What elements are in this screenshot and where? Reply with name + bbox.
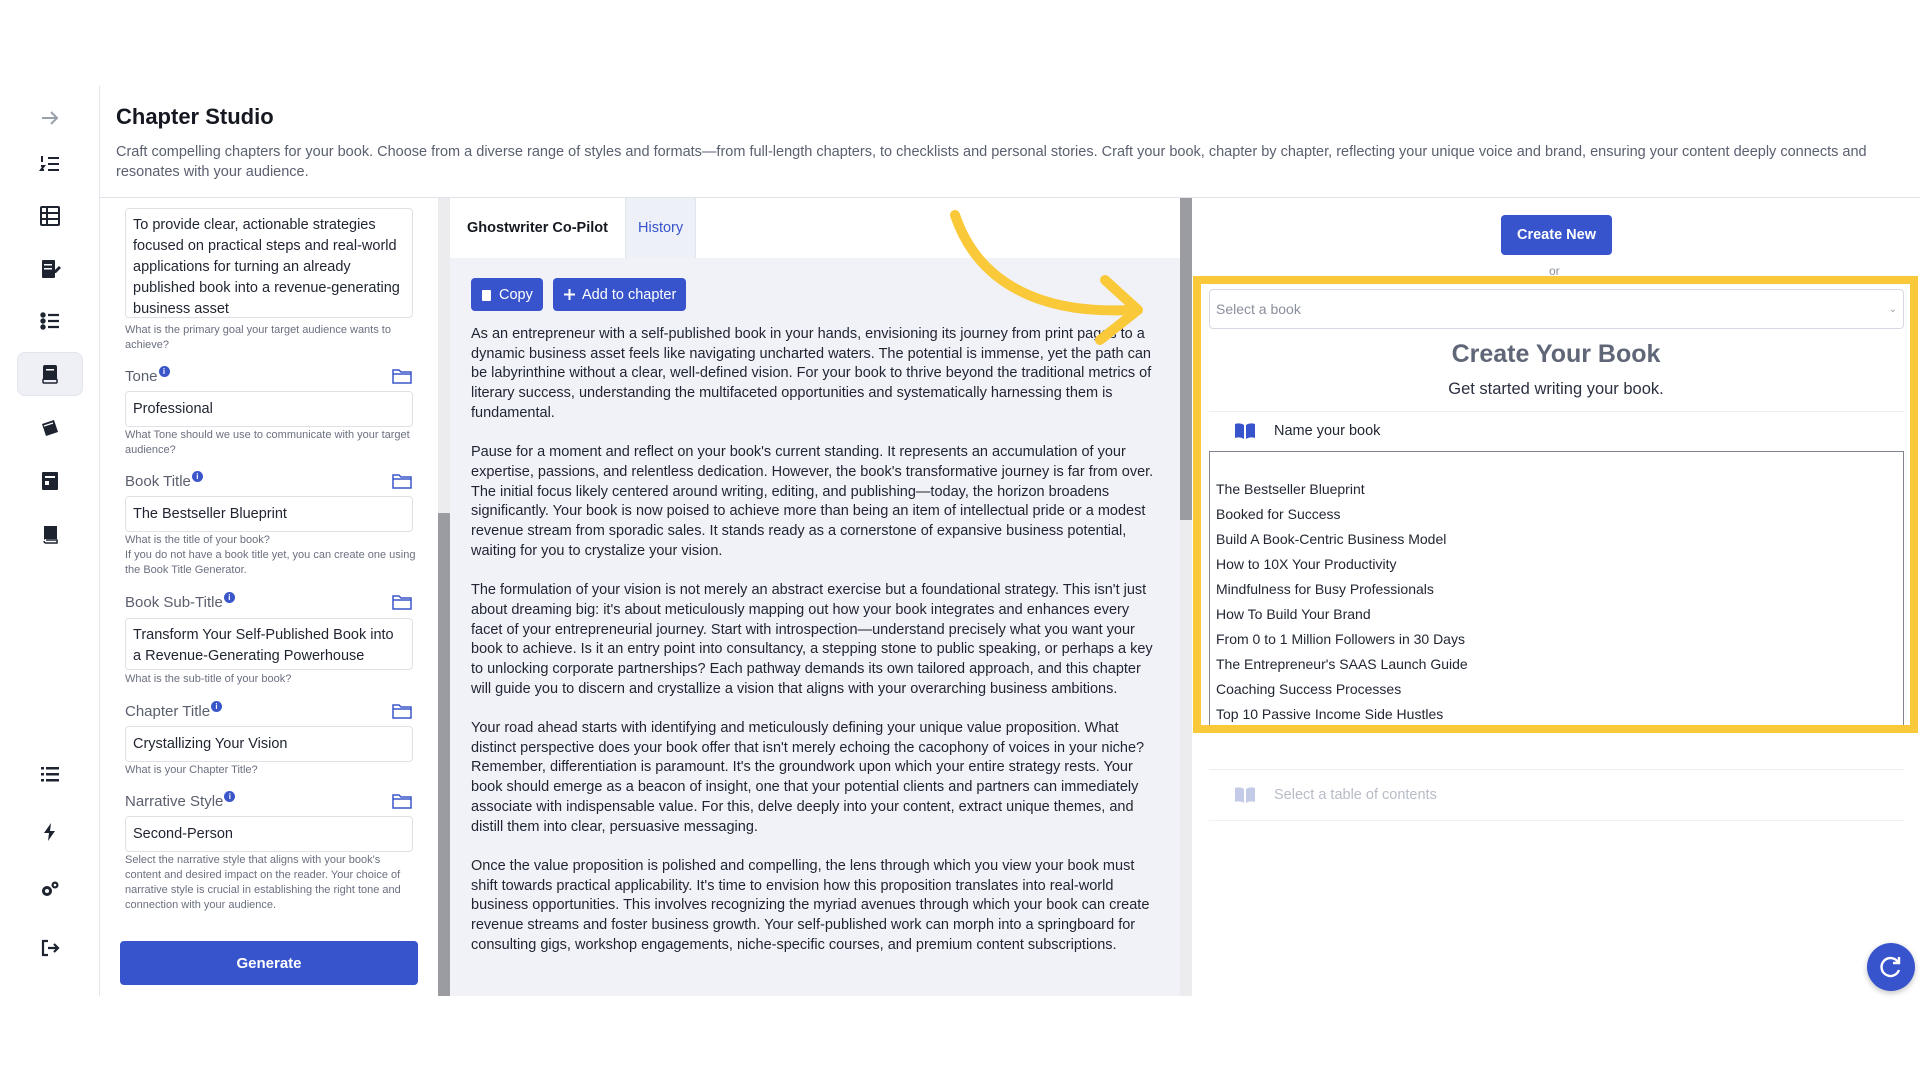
chapter-paragraph: The formulation of your vision is not me… [471, 582, 1153, 697]
book-options-list[interactable]: The Bestseller Blueprint Booked for Succ… [1209, 451, 1904, 729]
chapter-title-label-text: Chapter Title [125, 703, 211, 720]
tone-input[interactable]: Professional [125, 391, 413, 427]
subtitle-textarea[interactable]: Transform Your Self-Published Book into … [125, 618, 413, 670]
book-option[interactable]: How to 10X Your Productivity [1210, 552, 1903, 577]
goal-textarea[interactable]: To provide clear, actionable strategies … [125, 208, 413, 318]
goal-hint: What is the primary goal your target aud… [125, 324, 391, 351]
copy-icon [482, 289, 491, 301]
book-option[interactable]: Booked for Success [1210, 502, 1903, 527]
copy-button-label: Copy [499, 286, 533, 303]
add-to-chapter-label: Add to chapter [582, 286, 677, 303]
settings-icon[interactable] [17, 868, 83, 912]
select-book-dropdown[interactable]: Select a book ⌄ [1209, 289, 1904, 329]
form-scrollbar-thumb[interactable] [438, 513, 450, 996]
create-your-book-title: Create Your Book [1451, 340, 1661, 368]
info-icon[interactable]: i [211, 701, 223, 712]
numbered-list-icon[interactable] [17, 142, 83, 186]
copilot-tabs: Ghostwriter Co-Pilot History [450, 198, 1180, 258]
book-chapter-icon[interactable] [17, 352, 83, 396]
copy-button[interactable]: Copy [471, 278, 543, 311]
book-title-hint: What is the title of your book? If you d… [125, 534, 416, 576]
info-icon[interactable]: i [223, 592, 235, 603]
form-scrollbar[interactable] [438, 198, 450, 996]
create-new-button[interactable]: Create New [1501, 215, 1612, 255]
plus-icon [564, 289, 575, 300]
narrative-style-label-text: Narrative Style [125, 793, 224, 810]
edit-document-icon[interactable] [17, 247, 83, 291]
page-title: Chapter Studio [116, 104, 274, 129]
folder-icon[interactable] [392, 368, 412, 384]
tone-hint: What Tone should we use to communicate w… [125, 429, 410, 456]
info-icon[interactable]: i [191, 471, 203, 482]
book-option[interactable]: Coaching Success Processes [1210, 677, 1903, 702]
checklist-icon[interactable] [17, 299, 83, 343]
list-icon[interactable] [17, 752, 83, 796]
arrow-right-icon[interactable] [17, 96, 83, 140]
help-chat-button[interactable] [1867, 943, 1915, 991]
table-icon[interactable] [17, 194, 83, 238]
book-option[interactable]: The Bestseller Blueprint [1210, 477, 1903, 502]
refresh-icon [1880, 956, 1901, 978]
add-to-chapter-button[interactable]: Add to chapter [553, 278, 687, 311]
book-panel: Create New or Select a book ⌄ Create You… [1192, 198, 1920, 996]
book-title-label: Book Title i [125, 471, 203, 490]
open-book-icon [1235, 787, 1255, 803]
name-your-book-label: Name your book [1274, 422, 1381, 439]
folder-icon[interactable] [392, 703, 412, 719]
tone-label-text: Tone [125, 368, 158, 385]
chapter-paragraph: As an entrepreneur with a self-published… [471, 326, 1152, 421]
info-icon[interactable]: i [158, 366, 170, 377]
folder-icon[interactable] [392, 594, 412, 610]
subtitle-label-text: Book Sub-Title [125, 594, 223, 611]
chapter-title-label: Chapter Title i [125, 701, 223, 720]
book-option[interactable]: How To Build Your Brand [1210, 602, 1903, 627]
chapter-title-hint: What is your Chapter Title? [125, 764, 258, 776]
book-title-label-text: Book Title [125, 473, 191, 490]
name-your-book-row[interactable]: Name your book [1209, 411, 1904, 449]
book-icon[interactable] [17, 512, 83, 556]
sidebar [0, 86, 100, 996]
info-icon[interactable]: i [224, 791, 236, 802]
chapter-form: To provide clear, actionable strategies … [100, 198, 438, 996]
narrative-style-hint: Select the narrative style that aligns w… [125, 854, 401, 911]
tab-ghostwriter-copilot[interactable]: Ghostwriter Co-Pilot [450, 198, 625, 258]
tone-label: Tone i [125, 366, 170, 385]
page-description: Craft compelling chapters for your book.… [116, 144, 1867, 180]
chapter-title-input[interactable]: Crystallizing Your Vision [125, 726, 413, 762]
folder-icon[interactable] [392, 473, 412, 489]
chapter-paragraph: Pause for a moment and reflect on your b… [471, 444, 1154, 559]
narrative-style-label: Narrative Style i [125, 791, 236, 810]
folder-icon[interactable] [392, 793, 412, 809]
generated-chapter-text: As an entrepreneur with a self-published… [471, 325, 1161, 975]
table-of-contents-label: Select a table of contents [1274, 787, 1437, 803]
generate-button[interactable]: Generate [120, 941, 418, 985]
book-option[interactable]: Top 10 Passive Income Side Hustles [1210, 702, 1903, 727]
or-separator: or [1549, 264, 1560, 278]
book-option[interactable]: The Entrepreneur's SAAS Launch Guide [1210, 652, 1903, 677]
book-title-input[interactable]: The Bestseller Blueprint [125, 496, 413, 532]
calendar-book-icon[interactable] [17, 459, 83, 503]
table-of-contents-row[interactable]: Select a table of contents [1209, 769, 1904, 821]
copilot-panel: Ghostwriter Co-Pilot History Copy Add to… [450, 198, 1180, 996]
copilot-scrollbar[interactable] [1180, 198, 1192, 996]
copilot-scrollbar-thumb[interactable] [1180, 198, 1192, 520]
select-book-placeholder: Select a book [1216, 301, 1301, 317]
book-option[interactable]: Build A Book-Centric Business Model [1210, 527, 1903, 552]
narrative-style-input[interactable]: Second-Person [125, 816, 413, 852]
book-option[interactable]: Mindfulness for Busy Professionals [1210, 577, 1903, 602]
open-book-icon [1235, 422, 1255, 439]
logout-icon[interactable] [17, 926, 83, 970]
lightning-icon[interactable] [17, 810, 83, 854]
page-header: Chapter Studio Craft compelling chapters… [100, 86, 1920, 198]
chevron-down-icon: ⌄ [1888, 303, 1897, 315]
books-icon[interactable] [17, 406, 83, 450]
chapter-paragraph: Once the value proposition is polished a… [471, 857, 1150, 953]
subtitle-label: Book Sub-Title i [125, 592, 235, 611]
create-your-book-subtitle: Get started writing your book. [1448, 380, 1664, 398]
book-option[interactable]: From 0 to 1 Million Followers in 30 Days [1210, 627, 1903, 652]
chapter-paragraph: Your road ahead starts with identifying … [471, 720, 1145, 835]
subtitle-hint: What is the sub-title of your book? [125, 673, 292, 685]
tab-history[interactable]: History [625, 198, 697, 258]
